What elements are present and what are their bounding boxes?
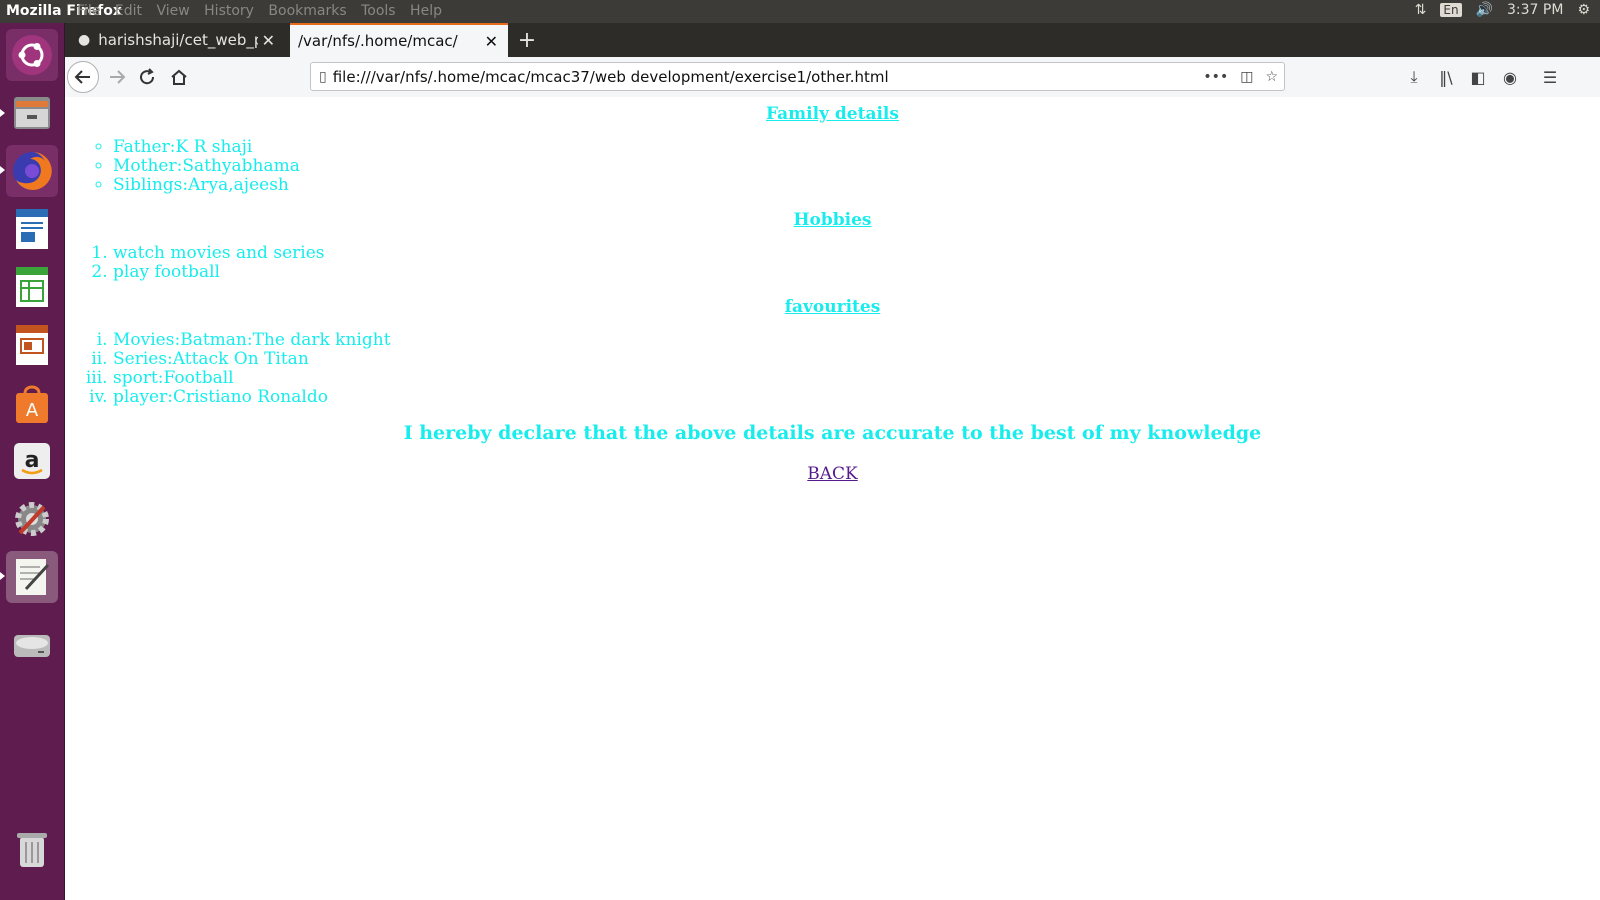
tab-label: /var/nfs/.home/mcac/mcac [298, 32, 458, 50]
family-details-heading: Family details [766, 104, 899, 124]
library-button[interactable]: ‖\ [1431, 61, 1461, 93]
menu-bookmarks[interactable]: Bookmarks [268, 3, 346, 19]
text-editor-icon[interactable] [6, 551, 58, 603]
account-button[interactable]: ◉ [1495, 61, 1525, 93]
sidebar-button[interactable]: ◧ [1463, 61, 1493, 93]
calc-icon[interactable] [6, 261, 58, 313]
launcher-indicator [0, 572, 5, 580]
downloads-button[interactable]: ⤓ [1399, 61, 1429, 93]
tab-label: harishshaji/cet_web_pr [98, 31, 259, 49]
writer-icon[interactable] [6, 203, 58, 255]
github-icon: ● [78, 32, 91, 48]
reload-button[interactable] [131, 61, 163, 93]
account-icon: ◉ [1503, 67, 1517, 87]
firefox-icon[interactable] [6, 145, 58, 197]
sidebar-icon: ◧ [1470, 67, 1486, 87]
family-list: Father:K R shaji Mother:Sathyabhama Sibl… [113, 138, 300, 195]
settings-gear-icon[interactable]: ⚙ [1577, 2, 1590, 18]
disk-icon[interactable] [6, 619, 58, 671]
list-item: sport:Football [113, 369, 391, 388]
svg-text:a: a [25, 448, 40, 473]
back-link-container: BACK [65, 464, 1600, 484]
hobbies-heading: Hobbies [793, 210, 872, 230]
network-icon[interactable]: ⇅ [1415, 2, 1427, 18]
software-center-icon[interactable]: A [6, 377, 58, 429]
tab-current[interactable]: /var/nfs/.home/mcac/mcac ✕ [290, 23, 508, 57]
volume-icon[interactable]: 🔊 [1476, 2, 1493, 18]
impress-icon[interactable] [6, 319, 58, 371]
back-link[interactable]: BACK [807, 464, 857, 484]
launcher-indicator [0, 166, 5, 174]
declaration-text: I hereby declare that the above details … [403, 422, 1262, 444]
library-icon: ‖\ [1439, 67, 1453, 87]
page-content: Family details Father:K R shaji Mother:S… [65, 97, 1600, 900]
plus-icon: + [517, 27, 537, 53]
unity-launcher: A a [0, 23, 65, 900]
tab-github[interactable]: ● harishshaji/cet_web_pr ✕ [70, 23, 285, 57]
list-item: Siblings:Arya,ajeesh [113, 176, 300, 195]
url-bar[interactable]: ▯ file:///var/nfs/.home/mcac/mcac37/web … [310, 62, 1285, 91]
back-button[interactable] [67, 61, 99, 93]
arrow-left-icon [74, 70, 90, 84]
pocket-icon[interactable]: ◫ [1240, 69, 1253, 85]
bookmark-star-icon[interactable]: ☆ [1265, 69, 1278, 85]
list-item: Father:K R shaji [113, 138, 300, 157]
close-icon[interactable]: ✕ [485, 32, 498, 51]
list-item: Series:Attack On Titan [113, 350, 391, 369]
files-icon[interactable] [6, 87, 58, 139]
clock[interactable]: 3:37 PM [1507, 2, 1563, 18]
amazon-icon[interactable]: a [6, 435, 58, 487]
list-item: player:Cristiano Ronaldo [113, 388, 391, 407]
close-icon[interactable]: ✕ [262, 31, 275, 50]
menu-edit[interactable]: Edit [115, 3, 142, 19]
url-text[interactable]: file:///var/nfs/.home/mcac/mcac37/web de… [333, 68, 889, 86]
new-tab-button[interactable]: + [512, 25, 542, 55]
launcher-indicator [0, 109, 5, 117]
list-item: Mother:Sathyabhama [113, 157, 300, 176]
menu-file[interactable]: File [77, 3, 100, 19]
navigation-toolbar: ▯ file:///var/nfs/.home/mcac/mcac37/web … [65, 57, 1600, 98]
system-tray: ⇅ En 🔊 3:37 PM ⚙ [1415, 2, 1590, 18]
list-item: play football [113, 263, 324, 282]
tab-bar: ● harishshaji/cet_web_pr ✕ /var/nfs/.hom… [65, 23, 1600, 57]
url-actions: ••• ◫ ☆ [1203, 69, 1278, 85]
menu-history[interactable]: History [204, 3, 254, 19]
list-item: watch movies and series [113, 244, 324, 263]
svg-text:A: A [26, 400, 39, 421]
hobbies-list: watch movies and series play football [113, 244, 324, 282]
hamburger-menu-icon: ☰ [1542, 67, 1558, 87]
more-actions-icon[interactable]: ••• [1203, 69, 1228, 85]
home-icon [171, 69, 187, 85]
favourites-heading: favourites [784, 297, 881, 317]
menu-help[interactable]: Help [410, 3, 442, 19]
ubuntu-dash-icon[interactable] [6, 29, 58, 81]
trash-icon[interactable] [6, 823, 58, 875]
menu-view[interactable]: View [156, 3, 189, 19]
menu-bar: File Edit View History Bookmarks Tools H… [77, 3, 452, 19]
list-item: Movies:Batman:The dark knight [113, 331, 391, 350]
favourites-list: Movies:Batman:The dark knight Series:Att… [113, 331, 391, 407]
keyboard-layout-indicator[interactable]: En [1440, 3, 1462, 17]
menu-tools[interactable]: Tools [361, 3, 396, 19]
download-icon: ⤓ [1410, 67, 1418, 86]
system-top-bar: Mozilla Firefox File Edit View History B… [0, 0, 1600, 23]
home-button[interactable] [163, 61, 195, 93]
menu-button[interactable]: ☰ [1535, 61, 1565, 93]
forward-button[interactable] [101, 61, 133, 93]
reload-icon [140, 68, 155, 85]
system-settings-icon[interactable] [6, 493, 58, 545]
arrow-right-icon [110, 70, 126, 84]
page-icon: ▯ [319, 68, 327, 85]
